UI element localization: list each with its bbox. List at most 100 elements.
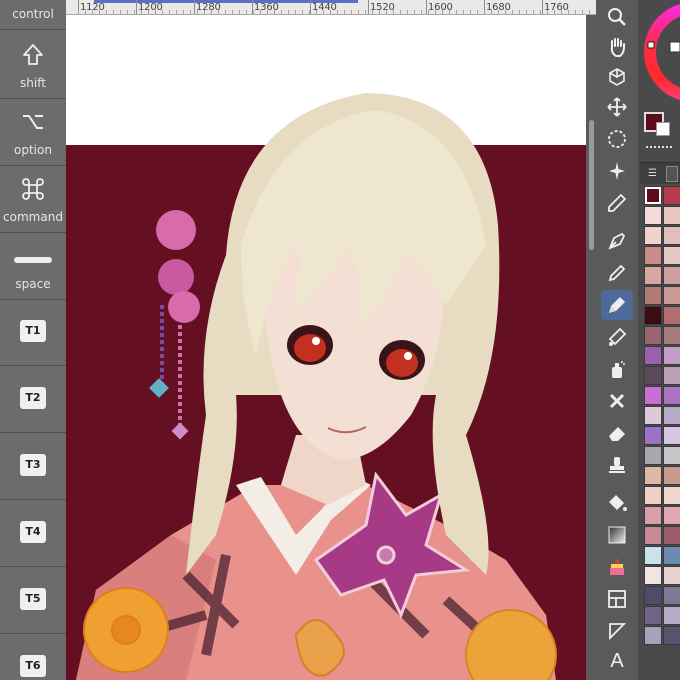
palette-swatch[interactable] xyxy=(644,526,662,545)
palette-swatch[interactable] xyxy=(663,326,680,345)
ruler-minor-tick xyxy=(176,10,177,14)
palette-swatch[interactable] xyxy=(663,486,680,505)
palette-swatch[interactable] xyxy=(644,326,662,345)
palette-swatch[interactable] xyxy=(663,606,680,625)
menu-icon[interactable]: ☰ xyxy=(648,168,657,179)
palette-swatch[interactable] xyxy=(644,466,662,485)
palette-swatch[interactable] xyxy=(663,186,680,205)
lasso-selection-icon[interactable] xyxy=(601,124,633,154)
canvas-scrollbar[interactable] xyxy=(587,120,596,260)
palette-swatch[interactable] xyxy=(663,266,680,285)
palette-swatch[interactable] xyxy=(663,546,680,565)
command-key[interactable]: command xyxy=(0,167,66,233)
palette-swatch[interactable] xyxy=(644,586,662,605)
palette-swatch[interactable] xyxy=(663,226,680,245)
move-arrows-icon[interactable] xyxy=(601,92,633,122)
ruler-minor-tick xyxy=(246,10,247,14)
palette-swatch[interactable] xyxy=(663,526,680,545)
ruler-minor-tick xyxy=(589,10,590,14)
palette-swatch[interactable] xyxy=(644,566,662,585)
palette-swatch[interactable] xyxy=(644,506,662,525)
palette-swatch[interactable] xyxy=(644,546,662,565)
t1-key[interactable]: T1 xyxy=(0,300,66,366)
spray-icon[interactable] xyxy=(601,354,633,384)
palette-swatch[interactable] xyxy=(644,626,662,645)
frame-border-icon[interactable] xyxy=(601,584,633,614)
color-wheel[interactable] xyxy=(642,0,680,110)
ruler-minor-tick xyxy=(78,10,79,14)
palette-swatch[interactable] xyxy=(663,366,680,385)
palette-swatch[interactable] xyxy=(663,446,680,465)
magic-wand-icon[interactable] xyxy=(601,156,633,186)
fill-bucket-icon[interactable] xyxy=(601,488,633,518)
palette-swatch[interactable] xyxy=(644,226,662,245)
ruler-minor-tick xyxy=(449,10,450,14)
control-key[interactable]: control xyxy=(0,0,66,30)
palette-swatch[interactable] xyxy=(663,506,680,525)
palette-swatch[interactable] xyxy=(644,206,662,225)
blend-icon[interactable] xyxy=(601,386,633,416)
app-window: 1120 1200 1280 1360 1440 1520 1600 1680 … xyxy=(0,0,680,680)
palette-swatch[interactable] xyxy=(644,366,662,385)
sub-color-swatch[interactable] xyxy=(656,122,670,136)
palette-swatch[interactable] xyxy=(644,266,662,285)
ruler-minor-tick xyxy=(267,10,268,14)
palette-swatch[interactable] xyxy=(663,466,680,485)
artwork-illustration[interactable] xyxy=(66,15,586,680)
palette-swatch[interactable] xyxy=(663,306,680,325)
shift-key[interactable]: shift xyxy=(0,33,66,99)
cake-icon[interactable] xyxy=(601,552,633,582)
ruler-minor-tick xyxy=(274,10,275,14)
hand-icon[interactable] xyxy=(601,32,633,62)
t2-key[interactable]: T2 xyxy=(0,367,66,433)
palette-swatch[interactable] xyxy=(644,446,662,465)
triangle-ruler-icon[interactable] xyxy=(601,616,633,646)
palette-swatch[interactable] xyxy=(663,566,680,585)
text-icon[interactable]: A xyxy=(601,646,633,676)
palette-swatch[interactable] xyxy=(663,346,680,365)
palette-swatch[interactable] xyxy=(644,606,662,625)
palette-swatch[interactable] xyxy=(644,406,662,425)
palette-swatch[interactable] xyxy=(663,626,680,645)
palette-swatch[interactable] xyxy=(644,286,662,305)
rotate-cube-icon[interactable] xyxy=(601,62,633,92)
palette-swatch[interactable] xyxy=(663,206,680,225)
t3-key[interactable]: T3 xyxy=(0,434,66,500)
option-key[interactable]: option xyxy=(0,100,66,166)
pencil-icon[interactable] xyxy=(601,258,633,288)
palette-swatch[interactable] xyxy=(663,386,680,405)
color-set-tab[interactable] xyxy=(666,166,678,182)
eraser-icon[interactable] xyxy=(601,418,633,448)
space-key[interactable]: space xyxy=(0,234,66,300)
palette-swatch[interactable] xyxy=(663,586,680,605)
palette-swatch[interactable] xyxy=(644,426,662,445)
t4-key[interactable]: T4 xyxy=(0,501,66,567)
t5-key[interactable]: T5 xyxy=(0,568,66,634)
palette-swatch[interactable] xyxy=(644,486,662,505)
airbrush-icon[interactable] xyxy=(601,322,633,352)
text-tool-label: A xyxy=(610,649,624,672)
palette-swatch[interactable] xyxy=(644,246,662,265)
palette-swatch[interactable] xyxy=(644,386,662,405)
stamp-icon[interactable] xyxy=(601,450,633,480)
t3-key-label: T3 xyxy=(20,454,46,476)
palette-swatch[interactable] xyxy=(663,286,680,305)
palette-swatch[interactable] xyxy=(644,346,662,365)
palette-swatch[interactable] xyxy=(663,246,680,265)
ruler-minor-tick xyxy=(85,10,86,14)
palette-swatch[interactable] xyxy=(644,186,662,205)
palette-swatch[interactable] xyxy=(663,406,680,425)
brush-icon[interactable] xyxy=(601,290,633,320)
gradient-icon[interactable] xyxy=(601,520,633,550)
pen-nib-icon[interactable] xyxy=(601,226,633,256)
palette-swatch[interactable] xyxy=(644,306,662,325)
transparent-color-icon[interactable] xyxy=(646,146,672,150)
ruler-minor-tick xyxy=(498,10,499,14)
eyedropper-icon[interactable] xyxy=(601,188,633,218)
ruler-minor-tick xyxy=(470,10,471,14)
t6-key-label: T6 xyxy=(20,655,46,677)
canvas-area[interactable] xyxy=(66,15,586,680)
t6-key[interactable]: T6 xyxy=(0,635,66,680)
magnifier-icon[interactable] xyxy=(601,2,633,32)
palette-swatch[interactable] xyxy=(663,426,680,445)
